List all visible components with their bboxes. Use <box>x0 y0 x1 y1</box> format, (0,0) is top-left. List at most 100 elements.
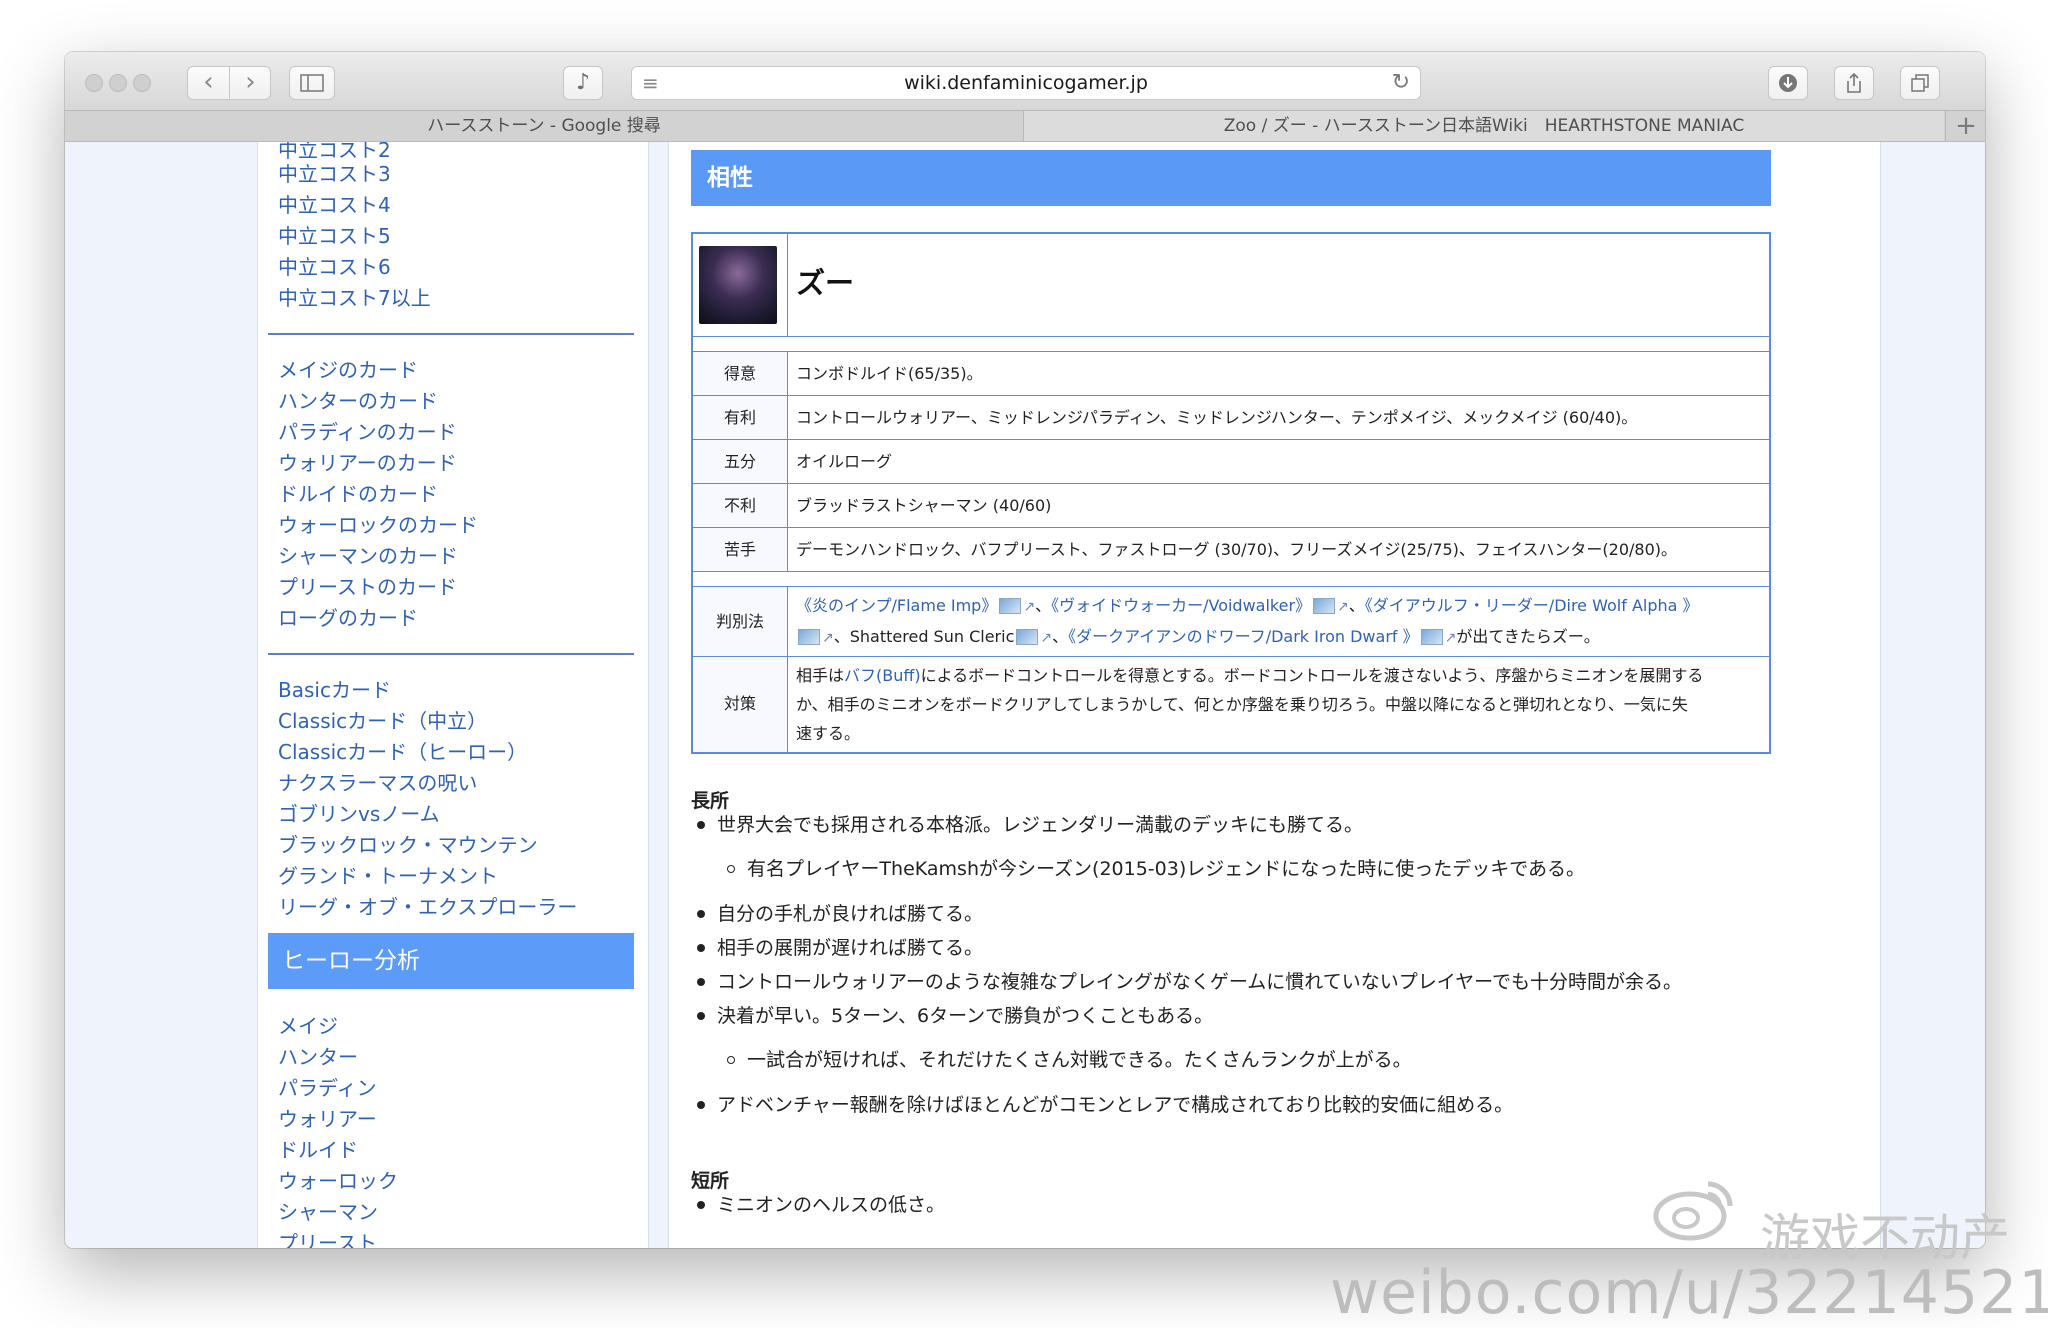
sidebar-link-warlock-cards[interactable]: ウォーロックのカード <box>278 509 478 538</box>
row-label: 苦手 <box>691 527 788 572</box>
sidebar-link-rogue-cards[interactable]: ローグのカード <box>278 602 418 631</box>
sidebar-divider <box>268 333 634 335</box>
sidebar-icon <box>300 74 324 92</box>
sidebar-link-cost-7plus[interactable]: 中立コスト7以上 <box>278 282 431 311</box>
external-link-icon: ↗ <box>1040 629 1053 646</box>
sidebar-link-priest-cards[interactable]: プリーストのカード <box>278 571 457 600</box>
sidebar-link-paladin[interactable]: パラディン <box>278 1072 377 1101</box>
card-link-flame-imp[interactable]: 《炎のインプ/Flame Imp》 <box>796 596 997 615</box>
share-button[interactable] <box>1834 66 1874 100</box>
sidebar-link-classic-neutral[interactable]: Classicカード（中立） <box>278 705 487 734</box>
row-value: オイルローグ <box>787 439 1771 484</box>
row-label: 五分 <box>691 439 788 484</box>
table-row: 苦手 デーモンハンドロック、バフプリースト、ファストローグ (30/70)、フリ… <box>691 527 1771 572</box>
sidebar-link-mage-cards[interactable]: メイジのカード <box>278 354 418 383</box>
minimize-window-button[interactable] <box>109 74 127 92</box>
bullet-dot <box>697 821 705 829</box>
row-label: 不利 <box>691 483 788 528</box>
sidebar-link-basic[interactable]: Basicカード <box>278 674 391 703</box>
card-link-dire-wolf-alpha[interactable]: 《ダイアウルフ・リーダー/Dire Wolf Alpha 》 <box>1365 596 1699 615</box>
deck-title-cell: ズー <box>787 232 1771 337</box>
sidebar-link-hunter[interactable]: ハンター <box>278 1041 358 1070</box>
sidebar-link-gvg[interactable]: ゴブリンvsノーム <box>278 798 440 827</box>
sidebar-link-mage[interactable]: メイジ <box>278 1010 338 1039</box>
sidebar-link-warrior-cards[interactable]: ウォリアーのカード <box>278 447 457 476</box>
sidebar-link-shaman[interactable]: シャーマン <box>278 1196 378 1225</box>
table-row: 得意 コンボドルイド(65/35)。 <box>691 351 1771 396</box>
download-icon <box>1779 74 1797 92</box>
address-bar[interactable]: ≡ wiki.denfaminicogamer.jp ↻ <box>631 66 1421 100</box>
table-spacer <box>691 571 1771 587</box>
card-image-icon <box>1420 629 1443 645</box>
bullet-dot <box>697 978 705 986</box>
new-tab-button[interactable]: + <box>1945 111 1985 141</box>
pros-item: コントロールウォリアーのような複雑なプレイングがなくゲームに慣れていないプレイヤ… <box>717 971 1683 993</box>
external-link-icon: ↗ <box>1023 598 1036 615</box>
sidebar-link-cost-6[interactable]: 中立コスト6 <box>278 251 391 280</box>
bullet-dot <box>697 1012 705 1020</box>
card-image-icon <box>798 629 820 645</box>
sidebar-link-loe[interactable]: リーグ・オブ・エクスプローラー <box>278 891 577 920</box>
spacer-cell <box>691 571 1771 587</box>
tab-zoo-wiki[interactable]: Zoo / ズー - ハースストーン日本語Wiki HEARTHSTONE MA… <box>1023 111 1944 141</box>
back-button[interactable]: ‹ <box>188 67 229 99</box>
pros-heading: 長所 <box>691 790 730 812</box>
sidebar-link-druid-cards[interactable]: ドルイドのカード <box>278 478 438 507</box>
external-link-icon: ↗ <box>822 629 834 646</box>
sidebar-link-paladin-cards[interactable]: パラディンのカード <box>278 416 457 445</box>
sidebar-link-warrior[interactable]: ウォリアー <box>278 1103 377 1132</box>
sidebar-toggle-button[interactable] <box>289 66 335 100</box>
sidebar-link-tgt[interactable]: グランド・トーナメント <box>278 860 498 889</box>
reload-icon[interactable]: ↻ <box>1392 67 1410 99</box>
card-name-shattered-sun-cleric: Shattered Sun Cleric <box>849 626 1015 646</box>
section-title-affinity: 相性 <box>691 150 1771 206</box>
tabs-icon <box>1911 74 1929 92</box>
sidebar-link-cost-4[interactable]: 中立コスト4 <box>278 189 391 218</box>
row-label: 得意 <box>691 351 788 396</box>
row-value: デーモンハンドロック、バフプリースト、ファストローグ (30/70)、フリーズメ… <box>787 527 1771 572</box>
card-image-icon <box>999 598 1022 614</box>
external-link-icon: ↗ <box>1444 629 1457 646</box>
puzzle-icon: ♪ <box>575 70 591 95</box>
bullet-dot <box>697 944 705 952</box>
separator: 、 <box>1052 626 1069 646</box>
row-label: 判別法 <box>691 586 788 657</box>
share-icon <box>1847 72 1861 93</box>
sub-bullet-circle <box>727 865 735 873</box>
extension-button[interactable]: ♪ <box>563 66 603 100</box>
sidebar-link-shaman-cards[interactable]: シャーマンのカード <box>278 540 458 569</box>
watermark-url: weibo.com/u/3221452135 <box>1330 1258 2048 1328</box>
pros-item: 相手の展開が遅ければ勝てる。 <box>717 937 984 959</box>
pros-subitem: 有名プレイヤーTheKamshが今シーズン(2015-03)レジェンドになった時… <box>747 858 1586 880</box>
sidebar-link-blackrock[interactable]: ブラックロック・マウンテン <box>278 829 538 858</box>
buff-link[interactable]: バフ(Buff) <box>844 666 921 685</box>
separator: 、 <box>833 626 850 646</box>
card-link-dark-iron-dwarf[interactable]: 《ダークアイアンのドワーフ/Dark Iron Dwarf 》 <box>1068 627 1419 646</box>
url-text: wiki.denfaminicogamer.jp <box>904 72 1148 94</box>
spacer-cell <box>691 336 1771 352</box>
sidebar-link-druid[interactable]: ドルイド <box>278 1134 358 1163</box>
deck-portrait-image <box>699 246 777 324</box>
sidebar-link-priest[interactable]: プリースト <box>278 1227 377 1248</box>
cons-heading: 短所 <box>691 1170 730 1192</box>
sidebar-link-warlock[interactable]: ウォーロック <box>278 1165 398 1194</box>
tab-overview-button[interactable] <box>1900 66 1940 100</box>
sidebar-link-cost-3[interactable]: 中立コスト3 <box>278 158 391 187</box>
tab-google-search[interactable]: ハースストーン - Google 搜尋 <box>65 111 1023 141</box>
forward-button[interactable]: › <box>230 67 271 99</box>
close-window-button[interactable] <box>85 74 103 92</box>
sidebar-link-naxxramas[interactable]: ナクスラーマスの呪い <box>278 767 477 796</box>
row-value: コントロールウォリアー、ミッドレンジパラディン、ミッドレンジハンター、テンポメイ… <box>787 395 1771 440</box>
table-row: 対策 相手はバフ(Buff)によるボードコントロールを得意とする。ボードコントロ… <box>691 656 1771 753</box>
sidebar-link-classic-hero[interactable]: Classicカード（ヒーロー） <box>278 736 527 765</box>
bullet-dot <box>697 1201 705 1209</box>
sidebar-link-hunter-cards[interactable]: ハンターのカード <box>278 385 438 414</box>
card-image-icon <box>1313 598 1336 614</box>
detect-tail: が出てきたらズー。 <box>1456 626 1600 646</box>
card-link-voidwalker[interactable]: 《ヴォイドウォーカー/Voidwalker》 <box>1051 596 1311 615</box>
sidebar-link-cost-5[interactable]: 中立コスト5 <box>278 220 391 249</box>
zoom-window-button[interactable] <box>133 74 151 92</box>
wiki-sidebar: 中立コスト2 中立コスト3 中立コスト4 中立コスト5 中立コスト6 中立コスト… <box>257 142 649 1248</box>
downloads-button[interactable] <box>1768 66 1808 100</box>
row-value: コンボドルイド(65/35)。 <box>787 351 1771 396</box>
